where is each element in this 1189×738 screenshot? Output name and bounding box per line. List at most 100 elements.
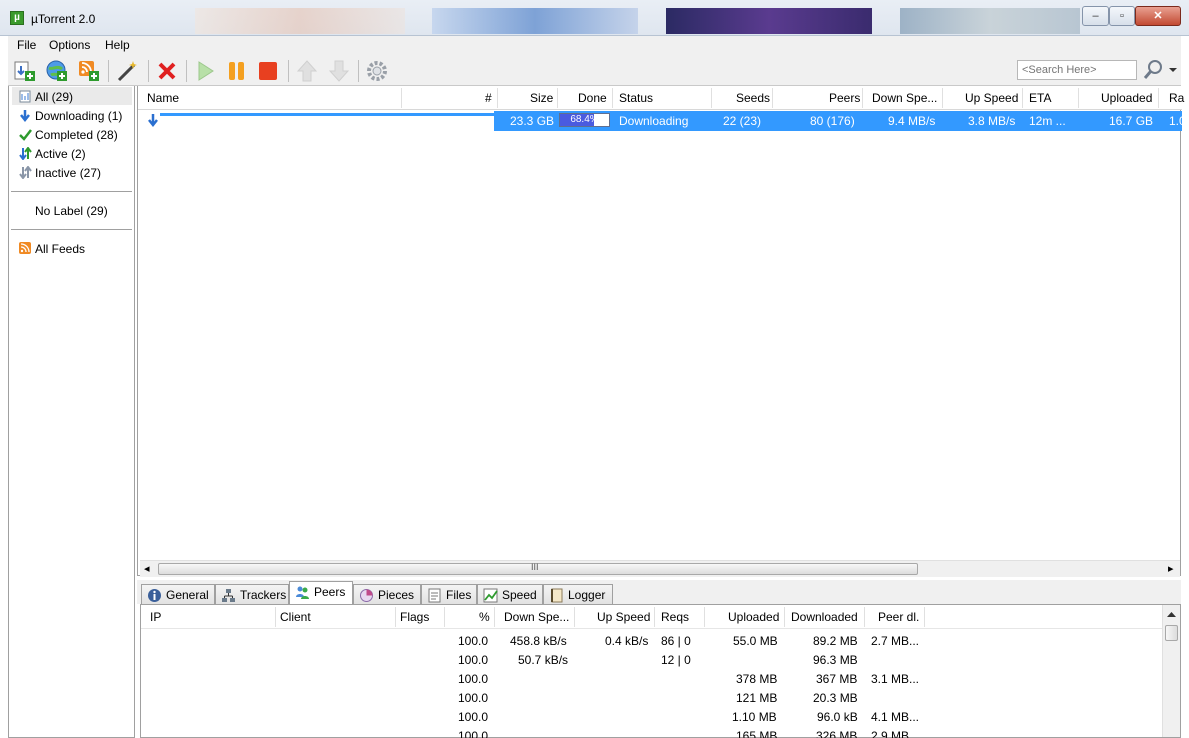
- column-divider[interactable]: [1158, 88, 1159, 108]
- search-icon[interactable]: [1142, 59, 1164, 81]
- minimize-button[interactable]: –: [1082, 6, 1109, 26]
- torrent-uploaded: 16.7 GB: [1109, 114, 1154, 128]
- peers-vertical-scrollbar[interactable]: [1162, 605, 1180, 737]
- peer-row[interactable]: 100.0 1.10 MB 96.0 kB 4.1 MB...: [141, 708, 1163, 727]
- remove-icon[interactable]: [154, 58, 180, 84]
- column-divider[interactable]: [494, 607, 495, 627]
- column-divider[interactable]: [864, 607, 865, 627]
- column-divider[interactable]: [612, 88, 613, 108]
- torrent-list-horizontal-scrollbar[interactable]: ◂ III ▸: [140, 560, 1180, 577]
- peers-column-downloaded[interactable]: Downloaded: [791, 610, 858, 624]
- column-eta[interactable]: ETA: [1029, 91, 1051, 105]
- close-button[interactable]: ✕: [1135, 6, 1181, 26]
- pause-icon[interactable]: [224, 58, 250, 84]
- column-up-speed[interactable]: Up Speed: [965, 91, 1018, 105]
- column-peers[interactable]: Peers: [829, 91, 860, 105]
- tab-label: Peers: [314, 585, 346, 599]
- column-divider[interactable]: [395, 607, 396, 627]
- column-name[interactable]: Name: [147, 91, 179, 105]
- column-status[interactable]: Status: [619, 91, 653, 105]
- menu-options[interactable]: Options: [49, 38, 90, 52]
- peers-column-up-speed[interactable]: Up Speed: [597, 610, 650, 624]
- peers-column-client[interactable]: Client: [280, 610, 311, 624]
- peer-row[interactable]: 100.0 458.8 kB/s 0.4 kB/s 86 | 0 55.0 MB…: [141, 632, 1163, 651]
- tab-general[interactable]: General: [141, 584, 215, 604]
- chevron-down-icon[interactable]: [1168, 66, 1178, 74]
- stop-icon[interactable]: [255, 58, 281, 84]
- column-divider[interactable]: [924, 607, 925, 627]
- move-down-icon[interactable]: [326, 58, 352, 84]
- scrollbar-thumb[interactable]: III: [158, 562, 918, 575]
- maximize-button[interactable]: ▫: [1109, 6, 1135, 26]
- column-divider[interactable]: [557, 88, 558, 108]
- column-size[interactable]: Size: [530, 91, 553, 105]
- column-done[interactable]: Done: [578, 91, 607, 105]
- tab-trackers[interactable]: Trackers: [215, 584, 289, 604]
- menu-file[interactable]: File: [17, 38, 36, 52]
- tab-peers[interactable]: Peers: [289, 581, 353, 605]
- torrent-name-highlight: [160, 113, 495, 116]
- peers-column-reqs[interactable]: Reqs: [661, 610, 689, 624]
- peer-percent: 100.0: [458, 691, 489, 705]
- peers-column-uploaded[interactable]: Uploaded: [728, 610, 779, 624]
- scroll-up-arrow-icon[interactable]: [1167, 611, 1176, 617]
- column-divider[interactable]: [711, 88, 712, 108]
- column-divider[interactable]: [784, 607, 785, 627]
- add-torrent-icon[interactable]: [12, 58, 38, 84]
- peers-column-flags[interactable]: Flags: [400, 610, 429, 624]
- search-input[interactable]: [1017, 60, 1137, 80]
- peer-row[interactable]: 100.0 50.7 kB/s 12 | 0 96.3 MB: [141, 651, 1163, 670]
- peer-row[interactable]: 100.0 378 MB 367 MB 3.1 MB...: [141, 670, 1163, 689]
- scrollbar-thumb[interactable]: [1165, 625, 1178, 641]
- move-up-icon[interactable]: [294, 58, 320, 84]
- detail-tabs: General Trackers Peers Pieces Files Spee…: [137, 580, 1181, 605]
- torrent-list[interactable]: Name # Size Done Status Seeds Peers Down…: [137, 86, 1186, 576]
- column-divider[interactable]: [704, 607, 705, 627]
- peer-row[interactable]: 100.0 121 MB 20.3 MB: [141, 689, 1163, 708]
- menu-help[interactable]: Help: [105, 38, 130, 52]
- tab-label: Speed: [502, 588, 537, 602]
- column-divider[interactable]: [444, 607, 445, 627]
- peers-column-percent[interactable]: %: [479, 610, 490, 624]
- tab-pieces[interactable]: Pieces: [353, 584, 421, 604]
- scroll-left-arrow-icon[interactable]: ◂: [144, 562, 150, 575]
- peer-row[interactable]: 100.0 165 MB 326 MB 2.9 MB...: [141, 727, 1163, 738]
- column-divider[interactable]: [401, 88, 402, 108]
- sidebar-item-no-label[interactable]: No Label (29): [35, 204, 108, 218]
- column-divider[interactable]: [497, 88, 498, 108]
- column-divider[interactable]: [1022, 88, 1023, 108]
- peers-column-ip[interactable]: IP: [150, 610, 161, 624]
- column-divider[interactable]: [574, 607, 575, 627]
- column-divider[interactable]: [654, 607, 655, 627]
- start-icon[interactable]: [192, 58, 218, 84]
- tab-speed[interactable]: Speed: [477, 584, 543, 604]
- download-arrow-icon: [20, 110, 30, 122]
- scroll-right-arrow-icon[interactable]: ▸: [1168, 562, 1174, 575]
- column-divider[interactable]: [1078, 88, 1079, 108]
- title-bar[interactable]: µ µTorrent 2.0 – ▫ ✕: [0, 0, 1189, 36]
- peer-dl: 2.9 MB...: [871, 729, 920, 738]
- column-divider[interactable]: [862, 88, 863, 108]
- peers-column-peer-dl[interactable]: Peer dl.: [878, 610, 919, 624]
- torrent-peers: 80 (176): [810, 114, 855, 128]
- column-seeds[interactable]: Seeds: [736, 91, 770, 105]
- column-down-speed[interactable]: Down Spe...: [872, 91, 937, 105]
- preferences-icon[interactable]: [364, 58, 390, 84]
- tab-files[interactable]: Files: [421, 584, 477, 604]
- add-url-icon[interactable]: [44, 58, 70, 84]
- add-rss-icon[interactable]: [76, 58, 102, 84]
- column-divider[interactable]: [772, 88, 773, 108]
- column-ratio[interactable]: Ra: [1169, 91, 1184, 105]
- create-torrent-icon[interactable]: [114, 58, 140, 84]
- peer-percent: 100.0: [458, 634, 489, 648]
- column-uploaded[interactable]: Uploaded: [1101, 91, 1152, 105]
- column-divider[interactable]: [275, 607, 276, 627]
- peers-panel[interactable]: IP Client Flags % Down Spe... Up Speed R…: [140, 604, 1181, 738]
- peer-percent: 100.0: [458, 653, 489, 667]
- title-banner-decoration: [666, 8, 872, 34]
- sidebar-item-label: Completed (28): [35, 128, 118, 142]
- column-queue-number[interactable]: #: [485, 91, 492, 105]
- peers-column-down-speed[interactable]: Down Spe...: [504, 610, 569, 624]
- column-divider[interactable]: [942, 88, 943, 108]
- tab-logger[interactable]: Logger: [543, 584, 613, 604]
